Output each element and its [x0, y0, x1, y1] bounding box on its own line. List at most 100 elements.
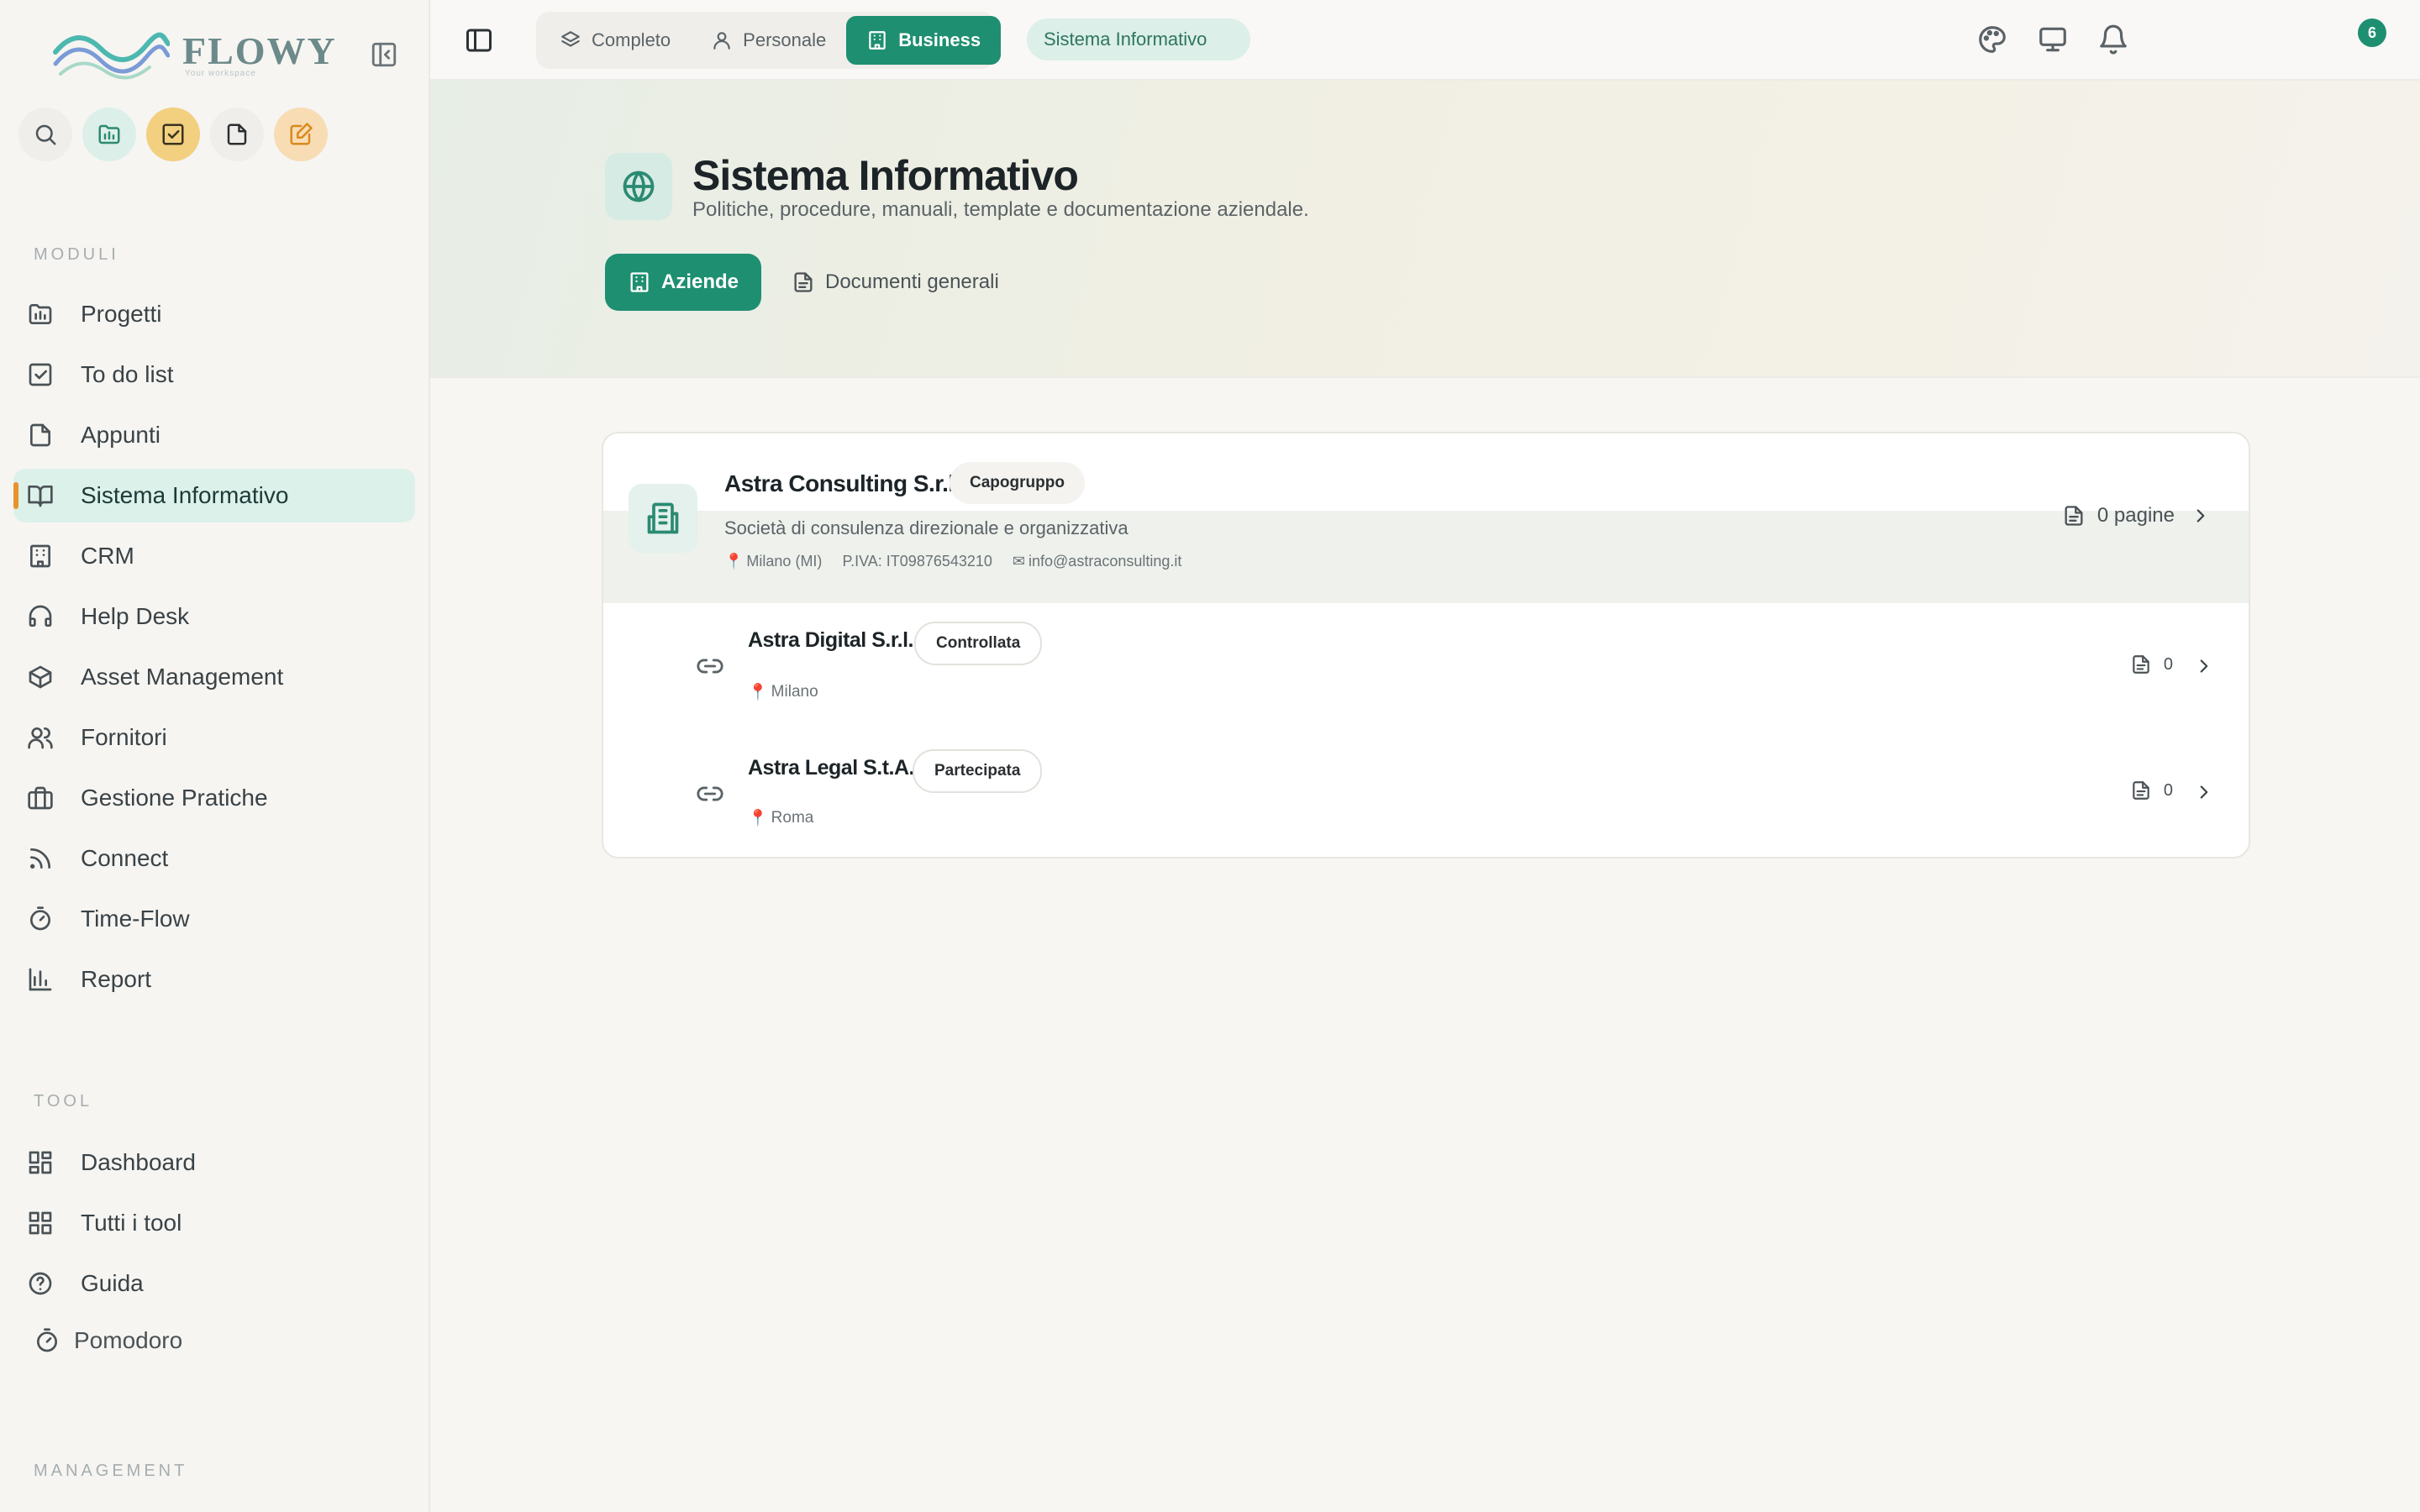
company-pages: 0	[2130, 654, 2173, 675]
bar-chart-icon	[29, 968, 52, 991]
sidebar-item-report[interactable]: Report	[13, 953, 415, 1006]
pages-count: 0 pagine	[2096, 504, 2175, 527]
chevron-right-icon	[2196, 509, 2205, 522]
company-location: 📍 Roma	[748, 808, 813, 828]
parent-company-row[interactable]: Astra Consulting S.r.l. Capogruppo Socie…	[603, 433, 2249, 603]
child-company-row[interactable]: Astra Legal S.t.A. Partecipata 📍 Roma 0	[603, 731, 2249, 857]
layers-icon	[561, 31, 580, 47]
book-open-icon	[28, 486, 53, 507]
quick-notes-button[interactable]	[210, 108, 264, 161]
briefcase-icon	[28, 786, 53, 810]
map-pin-icon: 📍	[748, 810, 768, 827]
monitor-icon[interactable]	[2037, 24, 2069, 55]
tab-completo[interactable]: Completo	[539, 16, 691, 65]
tab-label: Business	[898, 29, 981, 50]
grid-icon	[29, 1211, 52, 1235]
company-name: Astra Legal S.t.A.	[748, 756, 915, 780]
sidebar-item-time-flow[interactable]: Time-Flow	[13, 892, 415, 946]
sidebar-item-label: Guida	[81, 1270, 144, 1296]
sidebar-item-gestione-pratiche[interactable]: Gestione Pratiche	[13, 771, 415, 825]
quick-todo-button[interactable]	[146, 108, 200, 161]
location-text: Roma	[771, 809, 814, 827]
notification-badge: 6	[2358, 18, 2386, 47]
folder-chart-icon	[98, 124, 120, 144]
quick-search-button[interactable]	[18, 108, 72, 161]
edit-note-icon	[290, 123, 313, 145]
company-name: Astra Digital S.r.l.	[748, 628, 914, 652]
panel-left-icon[interactable]	[464, 25, 494, 55]
globe-icon	[605, 153, 672, 220]
sidebar-item-label: Report	[81, 966, 152, 992]
logo-waves-icon	[53, 32, 170, 80]
sidebar: FLOWY Your workspace MODULI Progetti To …	[0, 0, 430, 1512]
timer-icon	[30, 906, 50, 931]
sidebar-item-crm[interactable]: CRM	[13, 529, 415, 583]
tools-section-label: TOOL	[34, 1092, 93, 1110]
building-icon	[629, 484, 697, 553]
sidebar-item-appunti[interactable]: Appunti	[13, 408, 415, 462]
check-square-icon	[29, 363, 52, 386]
brand-logo[interactable]: FLOWY Your workspace	[52, 27, 335, 81]
company-role-badge: Capogruppo	[950, 462, 1085, 504]
file-icon	[227, 123, 247, 145]
sidebar-item-label: Help Desk	[81, 603, 190, 629]
chevron-right-icon[interactable]	[2193, 655, 2215, 677]
pomodoro-label: Pomodoro	[74, 1327, 183, 1353]
tab-business[interactable]: Business	[846, 16, 1002, 65]
sidebar-item-asset-management[interactable]: Asset Management	[13, 650, 415, 704]
chevron-right-icon[interactable]	[2193, 781, 2215, 803]
help-circle-icon	[29, 1272, 52, 1295]
company-group-card: Astra Consulting S.r.l. Capogruppo Socie…	[602, 432, 2250, 858]
company-pages[interactable]: 0 pagine	[2062, 504, 2212, 528]
sidebar-item-sistema-informativo[interactable]: Sistema Informativo	[13, 469, 415, 522]
page-header: Sistema Informativo Politiche, procedure…	[430, 81, 2420, 378]
check-square-icon	[162, 123, 184, 145]
pomodoro-button[interactable]: Pomodoro	[34, 1327, 182, 1354]
tab-documenti-generali[interactable]: Documenti generali	[792, 254, 999, 311]
breadcrumb[interactable]: Sistema Informativo	[1027, 18, 1251, 60]
sidebar-item-dashboard[interactable]: Dashboard	[13, 1136, 415, 1189]
package-icon	[29, 665, 52, 689]
folder-chart-icon	[29, 304, 52, 324]
file-text-icon	[2133, 781, 2149, 800]
sidebar-item-label: Appunti	[81, 422, 160, 448]
company-description: Società di consulenza direzionale e orga…	[724, 517, 1128, 538]
sidebar-item-progetti[interactable]: Progetti	[13, 287, 415, 341]
tab-label: Personale	[743, 29, 827, 50]
brand-name: FLOWY	[182, 29, 337, 72]
sidebar-item-label: Tutti i tool	[81, 1210, 182, 1236]
sidebar-item-guida[interactable]: Guida	[13, 1257, 415, 1310]
sidebar-item-connect[interactable]: Connect	[13, 832, 415, 885]
search-icon	[35, 124, 56, 145]
bell-icon[interactable]	[2097, 24, 2129, 55]
company-meta: 📍 Milano (MI) P.IVA: IT09876543210 ✉ info@…	[724, 553, 1181, 570]
file-text-icon	[2065, 506, 2083, 526]
company-vat: P.IVA: IT09876543210	[842, 553, 992, 570]
file-text-icon	[2133, 655, 2149, 674]
modules-section-label: MODULI	[34, 245, 119, 264]
management-section-label: MANAGEMENT	[34, 1462, 188, 1480]
quick-projects-button[interactable]	[82, 108, 136, 161]
building-icon	[30, 544, 50, 568]
sidebar-item-label: Connect	[81, 845, 169, 871]
sidebar-item-fornitori[interactable]: Fornitori	[13, 711, 415, 764]
tab-label: Documenti generali	[825, 270, 999, 293]
company-role-badge: Controllata	[914, 622, 1043, 665]
tab-personale[interactable]: Personale	[691, 16, 846, 65]
sidebar-item-help-desk[interactable]: Help Desk	[13, 590, 415, 643]
modules-nav: Progetti To do list Appunti Sistema Info…	[13, 287, 415, 1013]
pages-count: 0	[2163, 780, 2173, 800]
tab-aziende[interactable]: Aziende	[605, 254, 761, 311]
building-icon	[630, 272, 649, 292]
child-company-row[interactable]: Astra Digital S.r.l. Controllata 📍 Milano…	[603, 603, 2249, 729]
file-icon	[30, 423, 50, 447]
email-text: info@astraconsulting.it	[1028, 553, 1182, 570]
sidebar-item-tutti-i-tool[interactable]: Tutti i tool	[13, 1196, 415, 1250]
company-location: 📍 Milano (MI)	[724, 553, 822, 570]
palette-icon[interactable]	[1976, 24, 2008, 55]
quick-edit-button[interactable]	[274, 108, 328, 161]
sidebar-collapse-icon[interactable]	[370, 40, 398, 69]
company-pages: 0	[2130, 780, 2173, 801]
sidebar-item-todo[interactable]: To do list	[13, 348, 415, 402]
users-icon	[28, 727, 53, 749]
